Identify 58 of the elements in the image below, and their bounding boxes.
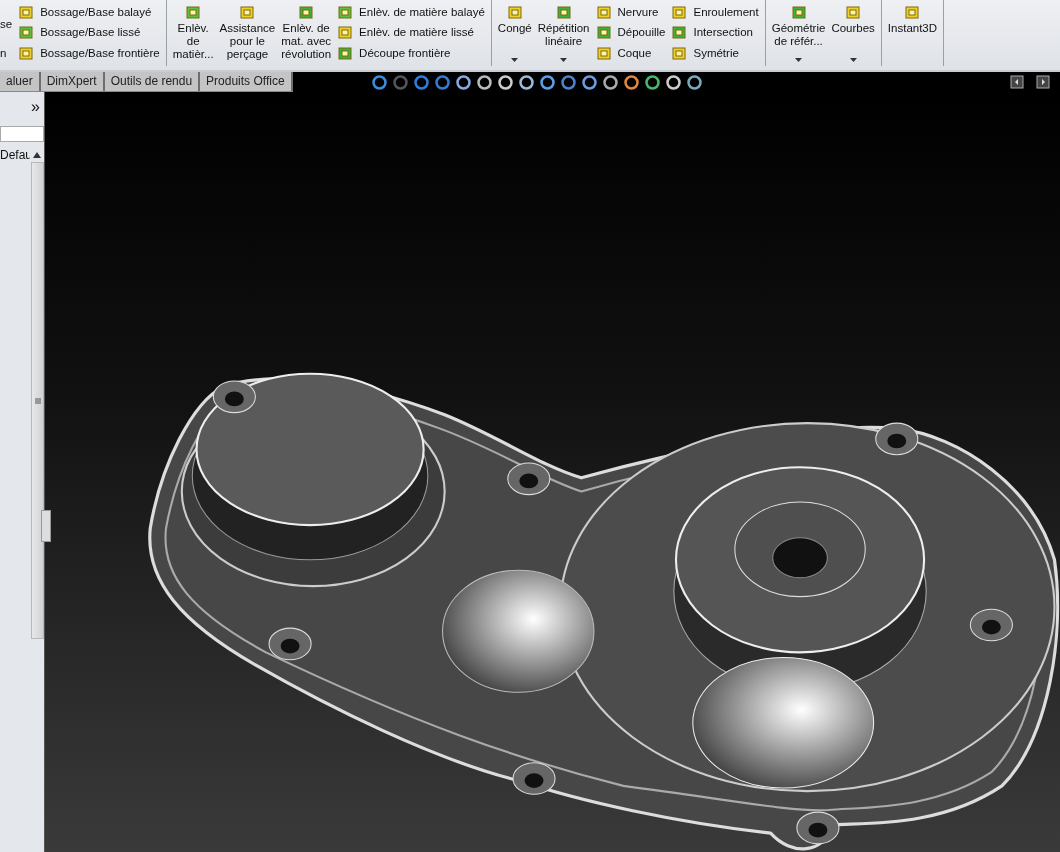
caret-icon[interactable] bbox=[560, 58, 568, 62]
caret-icon[interactable] bbox=[849, 58, 857, 62]
scroll-up-icon[interactable] bbox=[33, 152, 41, 158]
feature-icon bbox=[298, 4, 315, 20]
tab[interactable]: aluer bbox=[0, 72, 41, 91]
ribbon-label[interactable]: se bbox=[0, 17, 13, 30]
ribbon-button[interactable]: Enroulement bbox=[671, 2, 759, 21]
ribbon-button[interactable]: Coque bbox=[595, 43, 666, 62]
scrollbar[interactable] bbox=[31, 162, 44, 639]
tab[interactable]: DimXpert bbox=[40, 72, 105, 91]
grip-icon bbox=[34, 397, 41, 404]
expand-button[interactable]: » bbox=[0, 92, 44, 122]
ribbon-button[interactable]: Courbes bbox=[831, 22, 875, 35]
ribbon-button[interactable]: Bossage/Base lissé bbox=[18, 22, 160, 42]
ribbon-button[interactable]: Découpe frontière bbox=[337, 43, 485, 62]
collapse-handle[interactable] bbox=[41, 510, 51, 542]
feature-icon bbox=[595, 44, 612, 61]
ribbon-button[interactable]: Symétrie bbox=[671, 43, 759, 62]
ribbon-button[interactable]: Enlèv. de matière lissé bbox=[337, 22, 485, 42]
feature-icon bbox=[337, 44, 354, 61]
feature-icon bbox=[337, 24, 354, 40]
ribbon-button[interactable]: Bossage/Base balayé bbox=[18, 2, 160, 21]
feature-icon bbox=[239, 4, 256, 20]
ribbon-button[interactable]: Instant3D bbox=[887, 22, 938, 35]
feature-icon bbox=[337, 3, 354, 20]
feature-icon bbox=[595, 24, 612, 40]
ribbon-button[interactable]: Enlèv. de matièr... bbox=[172, 22, 214, 61]
ribbon-button[interactable]: Dépouille bbox=[595, 22, 666, 42]
feature-icon bbox=[18, 44, 35, 61]
feature-icon bbox=[671, 3, 688, 20]
caret-icon[interactable] bbox=[511, 58, 519, 62]
feature-icon bbox=[185, 4, 202, 20]
ribbon-button[interactable]: Enlèv. de mat. avec révolution bbox=[281, 22, 332, 61]
feature-icon bbox=[595, 3, 612, 20]
feature-icon bbox=[671, 44, 688, 61]
ribbon-button[interactable]: Assistance pour le perçage bbox=[219, 22, 276, 61]
ribbon-button[interactable]: Géométrie de référ... bbox=[771, 22, 826, 48]
ribbon-label[interactable]: n bbox=[0, 46, 7, 59]
feature-icon bbox=[506, 4, 523, 20]
feature-icon bbox=[845, 4, 862, 20]
tab[interactable]: Produits Office bbox=[200, 72, 293, 91]
ribbon-button[interactable]: Répétition linéaire bbox=[537, 22, 590, 48]
ribbon-button[interactable]: Congé bbox=[497, 22, 532, 35]
feature-icon bbox=[671, 24, 688, 40]
ribbon-button[interactable]: Nervure bbox=[595, 2, 666, 21]
feature-icon bbox=[555, 4, 572, 20]
input-field[interactable] bbox=[0, 126, 44, 142]
feature-icon bbox=[18, 3, 35, 20]
ribbon-button[interactable]: Intersection bbox=[671, 22, 759, 42]
caret-icon[interactable] bbox=[795, 58, 803, 62]
panel-left-icon[interactable] bbox=[1010, 75, 1024, 89]
feature-icon bbox=[904, 4, 921, 20]
ribbon-button[interactable]: Enlèv. de matière balayé bbox=[337, 2, 485, 21]
feature-icon bbox=[790, 4, 807, 20]
panel-right-icon[interactable] bbox=[1036, 75, 1050, 89]
ribbon-button[interactable]: Bossage/Base frontière bbox=[18, 43, 160, 62]
tab[interactable]: Outils de rendu bbox=[104, 72, 201, 91]
feature-icon bbox=[18, 24, 35, 40]
